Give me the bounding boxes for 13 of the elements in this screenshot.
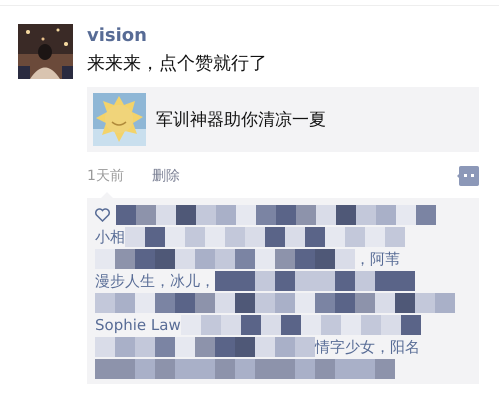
author-name[interactable]: vision — [87, 24, 479, 48]
liker-name[interactable]: ，阿苇 — [355, 250, 400, 268]
post-time: 1天前 — [87, 167, 124, 185]
heart-icon — [95, 208, 110, 222]
post-text: 来来来，点个赞就行了 — [87, 52, 268, 76]
liker-name[interactable]: 漫步人生，冰儿， — [95, 272, 215, 290]
link-title: 军训神器助你清凉一夏 — [156, 109, 326, 131]
liker-name[interactable]: Sophie Law — [95, 316, 181, 334]
delete-link[interactable]: 删除 — [152, 167, 180, 185]
comment-icon[interactable] — [457, 166, 479, 186]
link-card[interactable]: 军训神器助你清凉一夏 — [87, 87, 479, 152]
liker-name[interactable]: 小相 — [95, 228, 125, 246]
liker-name[interactable]: 情字少女，阳名 — [315, 338, 420, 356]
